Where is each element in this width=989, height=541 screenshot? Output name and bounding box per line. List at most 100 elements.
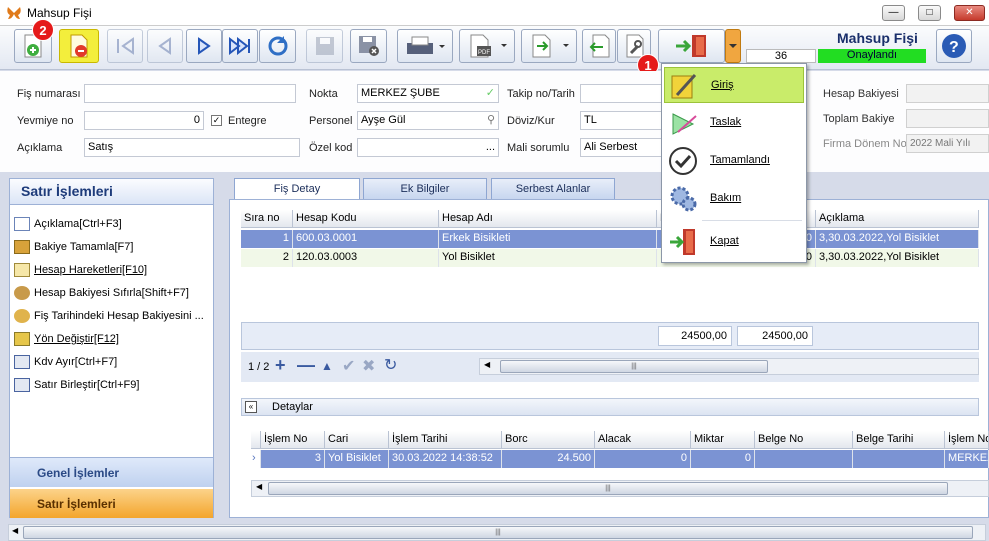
status-dropdown-button[interactable] bbox=[725, 29, 741, 63]
scroll-thumb[interactable]: ||| bbox=[500, 360, 768, 373]
entegre-checkbox[interactable]: ✓ bbox=[211, 115, 222, 126]
col-sira-no[interactable]: Sıra no bbox=[241, 210, 293, 228]
genel-islemler-section[interactable]: Genel İşlemler bbox=[10, 457, 213, 487]
col-miktar[interactable]: Miktar bbox=[691, 431, 755, 449]
ozel-kod-input[interactable]: ... bbox=[357, 138, 499, 157]
collapse-icon[interactable]: « bbox=[245, 401, 257, 413]
butterfly-icon bbox=[7, 7, 21, 19]
satir-islemleri-section[interactable]: Satır İşlemleri bbox=[10, 489, 213, 518]
table-row[interactable]: 2 120.03.0003 Yol Bisiklet 0 3,30.03.202… bbox=[241, 249, 979, 267]
next-record-button[interactable] bbox=[186, 29, 222, 63]
action-hesap-hareketleri[interactable]: Hesap Hareketleri[F10] bbox=[14, 263, 147, 281]
pdf-export-button[interactable]: PDF bbox=[459, 29, 515, 63]
action-label: Fiş Tarihindeki Hesap Bakiyesini ... bbox=[34, 309, 204, 322]
cell-aciklama: 3,30.03.2022,Yol Bisiklet bbox=[816, 249, 979, 267]
menu-item-taslak[interactable]: Taslak bbox=[664, 105, 804, 141]
menu-label: Tamamlandı bbox=[710, 154, 770, 166]
help-button[interactable]: ? bbox=[936, 29, 972, 63]
maximize-button[interactable]: □ bbox=[918, 5, 941, 21]
remove-row-icon[interactable]: — bbox=[297, 355, 315, 376]
window-horizontal-scrollbar[interactable]: ◀ ||| bbox=[8, 524, 986, 541]
last-record-button[interactable] bbox=[222, 29, 258, 63]
ledger-icon bbox=[14, 263, 30, 277]
col-aciklama[interactable]: Açıklama bbox=[816, 210, 979, 228]
cell-hesap-kodu: 600.03.0001 bbox=[293, 230, 439, 248]
confirm-icon[interactable]: ✔ bbox=[342, 356, 355, 376]
menu-item-bakim[interactable]: Bakım bbox=[664, 181, 804, 217]
add-row-icon[interactable]: + bbox=[275, 355, 286, 376]
details-row[interactable]: › 3 Yol Bisiklet 30.03.2022 14:38:52 24.… bbox=[251, 450, 989, 468]
col-islem-no-2[interactable]: İşlem No bbox=[945, 431, 989, 449]
table-row[interactable]: 1 600.03.0001 Erkek Bisikleti 0 3,30.03.… bbox=[241, 230, 979, 248]
details-grid-header: İşlem No Cari İşlem Tarihi Borc Alacak M… bbox=[251, 431, 989, 449]
col-belge-no[interactable]: Belge No bbox=[755, 431, 853, 449]
action-aciklama[interactable]: Açıklama[Ctrl+F3] bbox=[14, 217, 122, 235]
scroll-left-icon[interactable]: ◀ bbox=[484, 360, 490, 369]
nokta-input[interactable]: MERKEZ ŞUBE ✓ bbox=[357, 84, 499, 103]
scroll-thumb[interactable]: ||| bbox=[23, 526, 973, 539]
export-button[interactable] bbox=[521, 29, 577, 63]
refresh-grid-icon[interactable]: ↻ bbox=[384, 355, 397, 375]
cell-cari: Yol Bisiklet bbox=[325, 450, 389, 468]
menu-separator bbox=[702, 220, 802, 221]
scroll-left-icon[interactable]: ◀ bbox=[12, 526, 18, 535]
import-button[interactable] bbox=[582, 29, 616, 63]
nokta-label: Nokta bbox=[309, 88, 338, 100]
prev-icon bbox=[158, 37, 171, 55]
action-fis-tarihindeki-bakiye[interactable]: Fiş Tarihindeki Hesap Bakiyesini ... bbox=[14, 309, 204, 327]
col-islem-no[interactable]: İşlem No bbox=[261, 431, 325, 449]
action-yon-degistir[interactable]: Yön Değiştir[F12] bbox=[14, 332, 119, 350]
tab-ek-bilgiler[interactable]: Ek Bilgiler bbox=[363, 178, 487, 200]
col-alacak[interactable]: Alacak bbox=[595, 431, 691, 449]
scroll-left-icon[interactable]: ◀ bbox=[256, 482, 262, 491]
action-bakiye-sifirla[interactable]: Hesap Bakiyesi Sıfırla[Shift+F7] bbox=[14, 286, 189, 304]
total-alacak: 24500,00 bbox=[737, 326, 813, 346]
close-window-button[interactable]: ✕ bbox=[954, 5, 985, 21]
col-belge-tarihi[interactable]: Belge Tarihi bbox=[853, 431, 945, 449]
totals-bar: 24500,00 24500,00 bbox=[241, 322, 979, 350]
yevmiye-no-input[interactable]: 0 bbox=[84, 111, 204, 130]
personel-input[interactable]: Ayşe Gül ⚲ bbox=[357, 111, 499, 130]
col-hesap-kodu[interactable]: Hesap Kodu bbox=[293, 210, 439, 228]
print-button[interactable] bbox=[397, 29, 453, 63]
fis-numarasi-input[interactable] bbox=[84, 84, 296, 103]
draft-icon bbox=[672, 113, 697, 135]
details-horizontal-scrollbar[interactable]: ◀ ||| bbox=[251, 480, 989, 497]
first-record-button[interactable] bbox=[107, 29, 143, 63]
cancel-save-button[interactable] bbox=[350, 29, 387, 63]
col-islem-tarihi[interactable]: İşlem Tarihi bbox=[389, 431, 502, 449]
action-satir-birlestir[interactable]: Satır Birleştir[Ctrl+F9] bbox=[14, 378, 139, 396]
status-change-button[interactable] bbox=[658, 29, 725, 63]
chevron-down-icon bbox=[729, 44, 737, 48]
cell-borc: 24.500 bbox=[502, 450, 595, 468]
menu-item-giris[interactable]: Giriş bbox=[664, 67, 804, 103]
action-kdv-ayir[interactable]: Kdv Ayır[Ctrl+F7] bbox=[14, 355, 117, 373]
move-up-icon[interactable]: ▲ bbox=[321, 359, 333, 373]
col-hesap-adi[interactable]: Hesap Adı bbox=[439, 210, 657, 228]
refresh-button[interactable] bbox=[259, 29, 296, 63]
firma-donem-field: 2022 Mali Yılı bbox=[906, 134, 989, 153]
grid-horizontal-scrollbar[interactable]: ◀ ||| bbox=[479, 358, 979, 375]
col-cari[interactable]: Cari bbox=[325, 431, 389, 449]
doviz-input[interactable]: TL bbox=[580, 111, 662, 130]
col-borc[interactable]: Borc bbox=[502, 431, 595, 449]
minimize-button[interactable]: — bbox=[882, 5, 905, 21]
mali-sorumlu-input[interactable]: Ali Serbest bbox=[580, 138, 662, 157]
menu-item-tamamlandi[interactable]: Tamamlandı bbox=[664, 143, 804, 179]
previous-record-button[interactable] bbox=[147, 29, 183, 63]
action-bakiye-tamamla[interactable]: Bakiye Tamamla[F7] bbox=[14, 240, 133, 258]
tab-serbest-alanlar[interactable]: Serbest Alanlar bbox=[491, 178, 615, 200]
tab-fis-detay[interactable]: Fiş Detay bbox=[234, 178, 360, 201]
aciklama-input[interactable]: Satış bbox=[84, 138, 300, 157]
takip-no-input[interactable] bbox=[580, 84, 662, 103]
grid-navigator: 1 / 2 + — ▲ ✔ ✖ ↻ ◀ ||| bbox=[241, 352, 979, 382]
menu-item-kapat[interactable]: Kapat bbox=[664, 224, 804, 260]
entegre-label: Entegre bbox=[228, 115, 267, 127]
checkmark-icon bbox=[669, 147, 697, 175]
scroll-thumb[interactable]: ||| bbox=[268, 482, 948, 495]
cancel-edit-icon[interactable]: ✖ bbox=[362, 356, 375, 376]
delete-document-button[interactable] bbox=[59, 29, 99, 63]
save-button[interactable] bbox=[306, 29, 343, 63]
gears-icon bbox=[670, 186, 697, 212]
row-pointer-icon: › bbox=[251, 450, 261, 468]
